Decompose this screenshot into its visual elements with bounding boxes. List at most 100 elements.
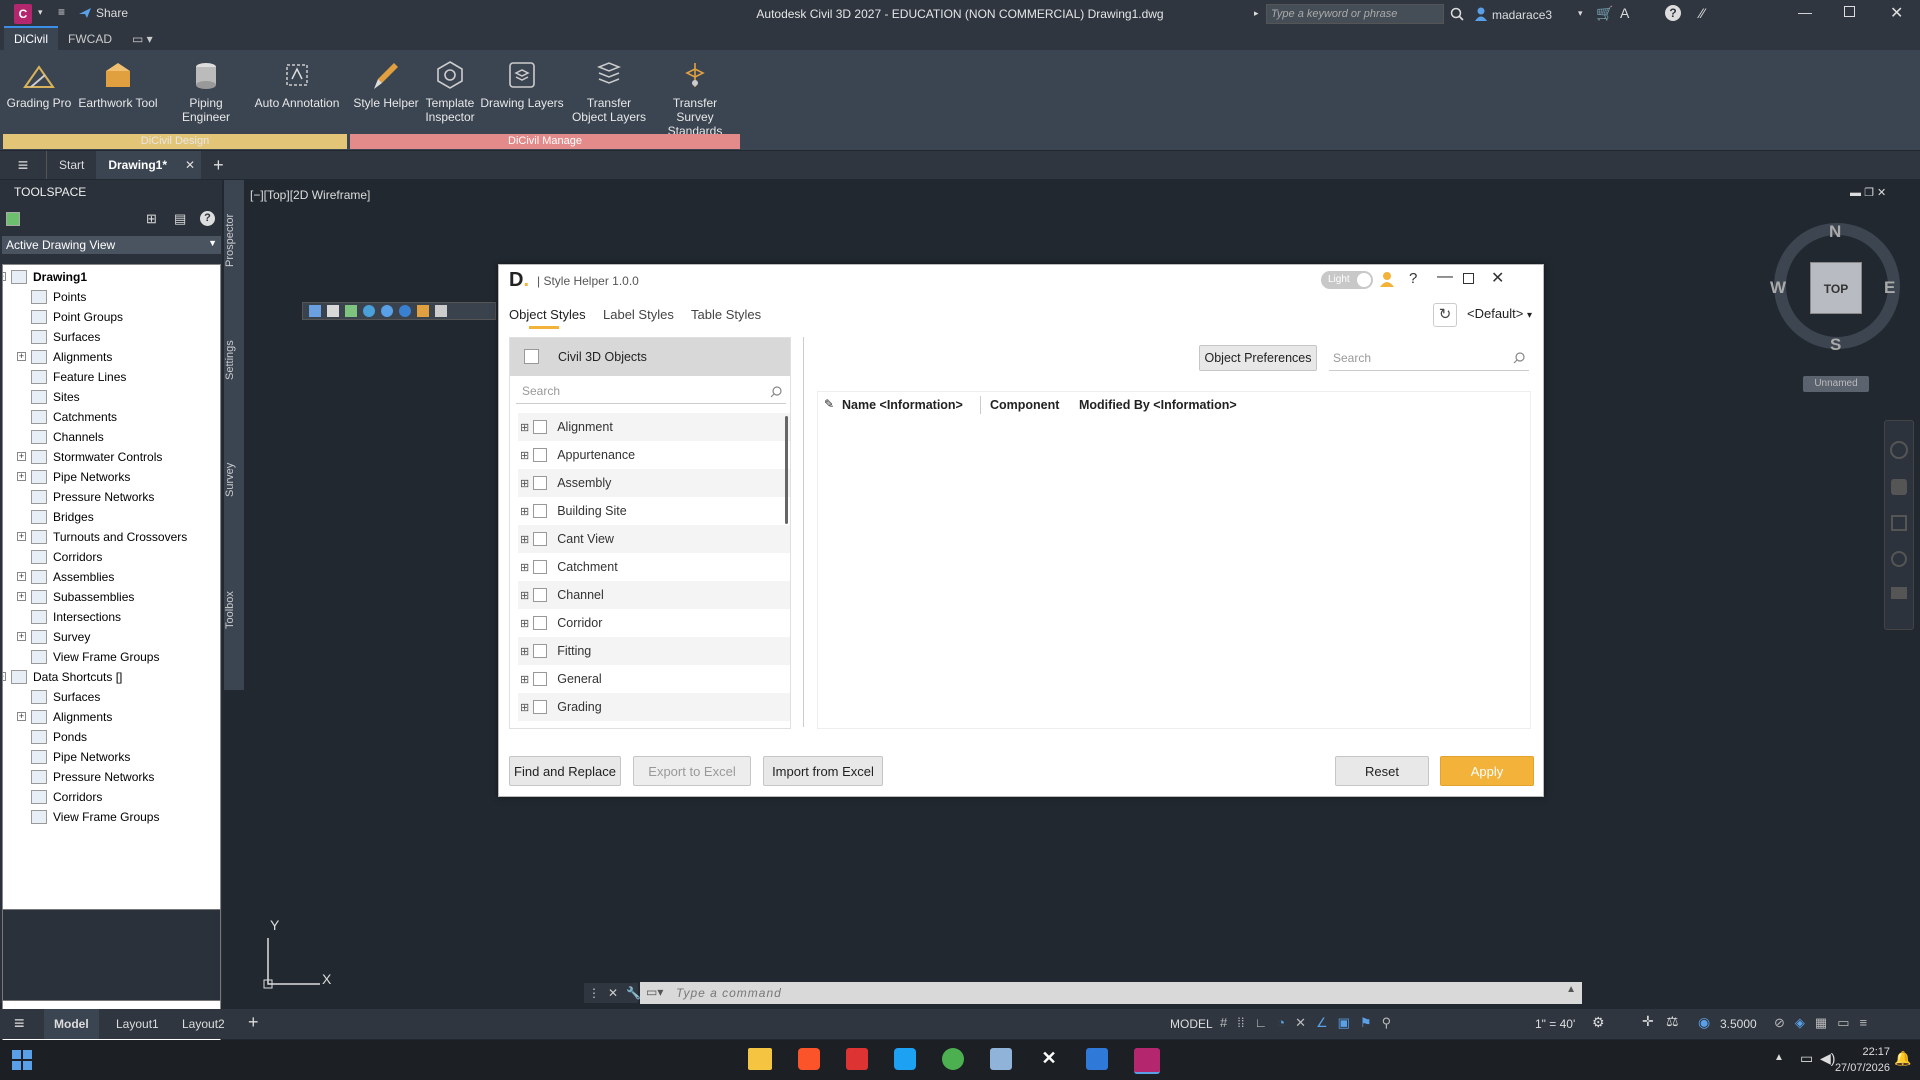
customization-icon[interactable]: ≡ bbox=[1860, 1015, 1868, 1031]
crosshair-icon[interactable]: ✛ bbox=[1642, 1013, 1654, 1030]
notifications-icon[interactable]: 🔔 bbox=[1894, 1050, 1911, 1067]
tab-layout1[interactable]: Layout1 bbox=[116, 1017, 159, 1031]
clean-screen-icon[interactable]: ▭ bbox=[1837, 1015, 1849, 1031]
civil3d-taskbar-icon[interactable] bbox=[1134, 1048, 1160, 1074]
application-menu-icon[interactable]: ≡ bbox=[0, 155, 46, 176]
object-type-checkbox[interactable] bbox=[533, 476, 548, 490]
terminal-icon[interactable] bbox=[1086, 1048, 1108, 1070]
theme-toggle[interactable]: Light bbox=[1321, 271, 1373, 289]
tab-dicivil[interactable]: DiCivil bbox=[4, 26, 58, 50]
windows-start-icon[interactable] bbox=[12, 1050, 32, 1070]
toolbar-tool-icon[interactable] bbox=[309, 305, 321, 317]
toolbar-tool-icon[interactable] bbox=[417, 305, 429, 317]
expand-icon[interactable]: ⊞ bbox=[520, 617, 529, 630]
acrobat-icon[interactable] bbox=[846, 1048, 868, 1070]
model-space-indicator[interactable]: MODEL bbox=[1170, 1017, 1213, 1031]
tree-expand-icon[interactable]: + bbox=[17, 632, 26, 641]
expand-icon[interactable]: ⊞ bbox=[520, 589, 529, 602]
help-search-input[interactable]: Type a keyword or phrase bbox=[1266, 4, 1444, 24]
tree-item[interactable]: Catchments bbox=[31, 407, 117, 427]
annotation-scale[interactable]: 1" = 40' bbox=[1535, 1017, 1575, 1031]
object-type-row[interactable]: ⊞ Fitting bbox=[518, 637, 790, 665]
system-clock[interactable]: 22:17 27/07/2026 bbox=[1830, 1044, 1890, 1076]
default-style-select[interactable]: <Default> ▾ bbox=[1467, 306, 1532, 321]
tree-expand-icon[interactable]: + bbox=[17, 352, 26, 361]
column-header-name[interactable]: Name <Information> bbox=[842, 398, 963, 412]
globe-icon[interactable] bbox=[399, 305, 411, 317]
search-icon[interactable] bbox=[1450, 7, 1464, 21]
tree-item[interactable]: Corridors bbox=[31, 787, 102, 807]
tab-label-styles[interactable]: Label Styles bbox=[603, 307, 674, 322]
tree-expand-icon[interactable]: + bbox=[17, 452, 26, 461]
notepad-icon[interactable] bbox=[990, 1048, 1012, 1070]
close-tab-icon[interactable]: ✕ bbox=[179, 151, 202, 179]
annotation-monitor-icon[interactable]: ⊘ bbox=[1774, 1015, 1785, 1031]
object-type-row[interactable]: ⊞ Cant View bbox=[518, 525, 790, 553]
tree-expand-icon[interactable]: − bbox=[3, 272, 6, 281]
toolspace-help-icon[interactable]: ? bbox=[200, 211, 215, 226]
expand-icon[interactable]: ⊞ bbox=[520, 561, 529, 574]
restore-window-icon[interactable] bbox=[1844, 6, 1855, 17]
tab-settings[interactable]: Settings bbox=[224, 320, 244, 400]
viewport-controls-label[interactable]: [−][Top][2D Wireframe] bbox=[250, 188, 370, 202]
quick-access-icon[interactable]: ≡ bbox=[58, 5, 65, 19]
tree-item[interactable]: Assemblies bbox=[31, 567, 114, 587]
tree-item[interactable]: Feature Lines bbox=[31, 367, 126, 387]
osnap-tracking-icon[interactable]: ✕ bbox=[1295, 1015, 1306, 1031]
item-view-icon[interactable]: ▤ bbox=[174, 211, 186, 227]
expand-icon[interactable]: ⊞ bbox=[520, 645, 529, 658]
column-header-component[interactable]: Component bbox=[990, 398, 1059, 412]
object-type-row[interactable]: ⊞ Intersection bbox=[518, 721, 790, 729]
expand-icon[interactable]: ⊞ bbox=[520, 477, 529, 490]
tree-item[interactable]: Bridges bbox=[31, 507, 94, 527]
tree-item[interactable]: Intersections bbox=[31, 607, 121, 627]
close-app-icon[interactable]: ✕ bbox=[1038, 1048, 1060, 1070]
search-icon[interactable] bbox=[1513, 352, 1525, 364]
user-icon[interactable] bbox=[1379, 271, 1395, 287]
tray-overflow-icon[interactable]: ▲ bbox=[1774, 1052, 1784, 1063]
object-type-checkbox[interactable] bbox=[533, 560, 548, 574]
tree-expand-icon[interactable]: + bbox=[17, 712, 26, 721]
tree-item[interactable]: Sites bbox=[31, 387, 80, 407]
toolbar-tool-icon[interactable] bbox=[345, 305, 357, 317]
tree-item[interactable]: Survey bbox=[31, 627, 90, 647]
command-history-chevron-icon[interactable]: ▲ bbox=[1566, 984, 1576, 995]
expand-icon[interactable]: ⊞ bbox=[520, 421, 529, 434]
object-type-checkbox[interactable] bbox=[533, 728, 547, 729]
refresh-icon[interactable]: ↻ bbox=[1433, 303, 1457, 327]
transfer-object-layers-button[interactable]: Transfer Object Layers bbox=[566, 58, 652, 124]
object-type-checkbox[interactable] bbox=[533, 588, 548, 602]
tab-prospector[interactable]: Prospector bbox=[224, 200, 244, 280]
compass-south[interactable]: S bbox=[1830, 335, 1841, 355]
tree-view-icon[interactable]: ⊞ bbox=[146, 211, 157, 227]
app-logo[interactable]: C bbox=[14, 4, 32, 24]
compass-east[interactable]: E bbox=[1884, 278, 1895, 298]
expand-icon[interactable]: ⊞ bbox=[520, 701, 529, 714]
tree-item[interactable]: Pressure Networks bbox=[31, 767, 154, 787]
toolbar-tool-icon[interactable] bbox=[327, 305, 339, 317]
ucs-menu[interactable]: Unnamed bbox=[1803, 376, 1869, 392]
tree-item[interactable]: Stormwater Controls bbox=[31, 447, 162, 467]
brave-browser-icon[interactable] bbox=[798, 1048, 820, 1070]
steering-wheel-icon[interactable] bbox=[1890, 441, 1908, 459]
tree-item[interactable]: View Frame Groups bbox=[31, 807, 159, 827]
edge-icon[interactable] bbox=[942, 1048, 964, 1070]
object-type-checkbox[interactable] bbox=[533, 672, 548, 686]
globe-icon[interactable] bbox=[363, 305, 375, 317]
tree-item[interactable]: Surfaces bbox=[31, 687, 100, 707]
tree-item[interactable]: Channels bbox=[31, 427, 104, 447]
style-search-input[interactable]: Search bbox=[1329, 345, 1529, 371]
pan-icon[interactable] bbox=[1891, 479, 1907, 495]
elevation-value[interactable]: 3.5000 bbox=[1720, 1017, 1757, 1031]
tab-drawing1[interactable]: Drawing1* bbox=[96, 151, 180, 179]
object-type-checkbox[interactable] bbox=[533, 448, 548, 462]
globe-icon[interactable] bbox=[381, 305, 393, 317]
command-line-input[interactable]: ▭▾ Type a command ▲ bbox=[640, 982, 1582, 1004]
tab-object-styles[interactable]: Object Styles bbox=[509, 307, 586, 322]
tree-expand-icon[interactable]: − bbox=[3, 672, 6, 681]
object-type-row[interactable]: ⊞ Building Site bbox=[518, 497, 790, 525]
object-type-row[interactable]: ⊞ Catchment bbox=[518, 553, 790, 581]
help-icon[interactable]: ? bbox=[1665, 5, 1681, 21]
tree-item[interactable]: Alignments bbox=[31, 347, 112, 367]
expand-icon[interactable]: ⊞ bbox=[520, 533, 529, 546]
